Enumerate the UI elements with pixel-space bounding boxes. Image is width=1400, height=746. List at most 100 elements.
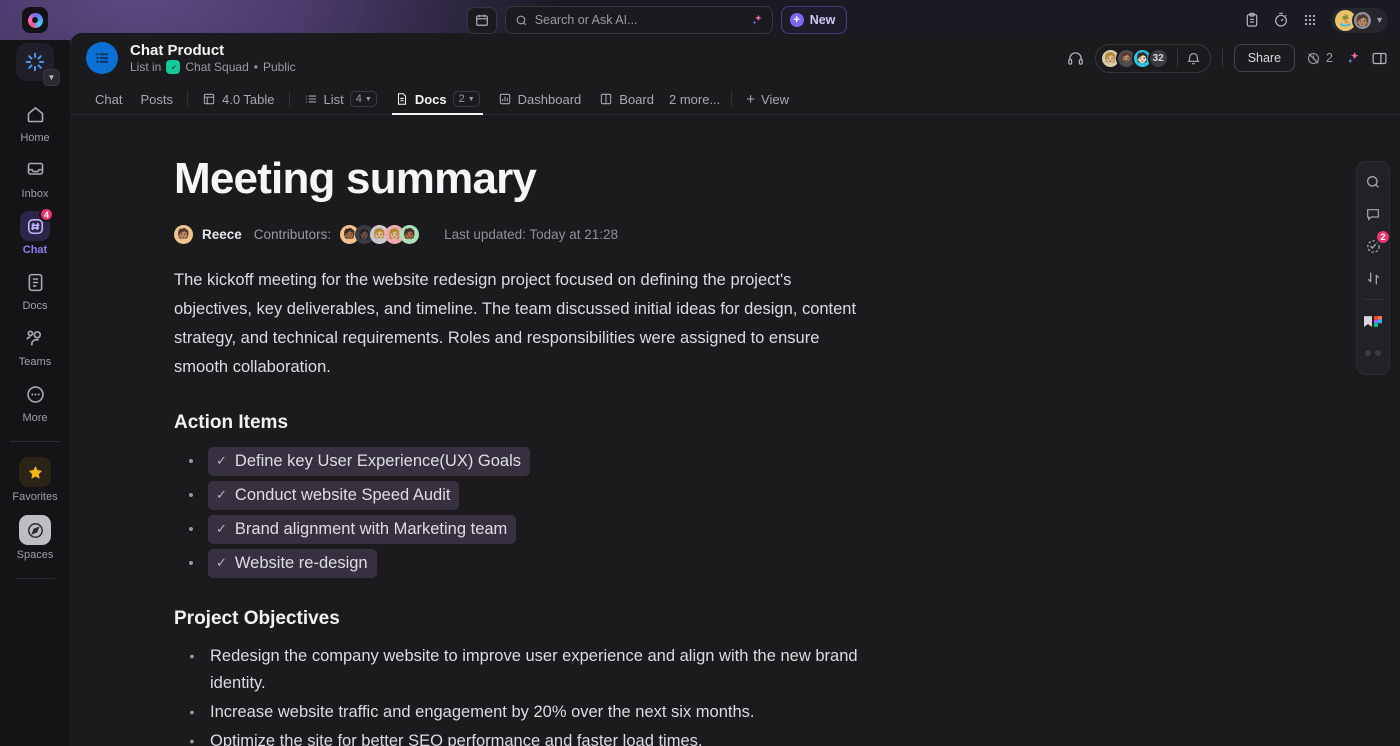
check-icon: ✓ — [216, 518, 227, 540]
tab-docs[interactable]: Docs 2 ▼ — [386, 84, 489, 115]
sidebar-item-chat[interactable]: 4 Chat — [0, 205, 70, 261]
list-item[interactable]: • Optimize the site for better SEO perfo… — [174, 728, 874, 746]
list-item[interactable]: • Redesign the company website to improv… — [174, 643, 874, 697]
collaborators[interactable]: 🧑🏼 🧔🏽 🧑🏻 32 — [1095, 44, 1211, 73]
action-item-chip[interactable]: ✓ Define key User Experience(UX) Goals — [208, 447, 530, 476]
bullet-icon: • — [174, 555, 208, 572]
dock-search-button[interactable] — [1360, 169, 1386, 195]
tasks-badge: 2 — [1375, 229, 1391, 245]
share-button[interactable]: Share — [1234, 44, 1295, 72]
chat-hash-icon: 4 — [20, 212, 50, 240]
document-byline: 🧑🏽 Reece Contributors: 🧑🏾 👩🏿 🧑🏼 👩🏼 🧑🏾 La… — [174, 225, 1400, 244]
tab-chat[interactable]: Chat — [86, 84, 131, 115]
dashboard-icon — [498, 92, 512, 106]
chevron-down-icon: ▼ — [365, 96, 372, 103]
document-title[interactable]: Meeting summary — [174, 153, 1400, 205]
sidebar-item-label: Teams — [19, 356, 51, 368]
dock-tasks-button[interactable]: 2 — [1360, 233, 1386, 259]
new-button[interactable]: + New — [781, 6, 848, 34]
new-button-label: New — [810, 13, 836, 27]
workspace-switcher[interactable]: ▼ — [16, 43, 54, 81]
sidebar-item-label: More — [22, 412, 47, 424]
avatar: 🧑🏽 — [174, 225, 193, 244]
chevron-down-icon[interactable]: ▼ — [1375, 15, 1384, 25]
action-items-heading: Action Items — [174, 412, 1400, 434]
divider — [187, 91, 188, 107]
add-view-button[interactable]: + View — [737, 84, 798, 115]
sidebar-item-label: Favorites — [12, 491, 57, 503]
page-title: Chat Product — [130, 42, 296, 59]
divider — [731, 91, 732, 107]
sidebar-item-favorites[interactable]: Favorites — [0, 450, 70, 508]
tab-posts[interactable]: Posts — [131, 84, 182, 115]
tab-count[interactable]: 2 ▼ — [453, 91, 480, 107]
document-paragraph[interactable]: The kickoff meeting for the website rede… — [174, 266, 864, 382]
top-bar-right: 🏝️ 🧑🏽 ▼ — [1244, 8, 1400, 33]
bullet-icon: • — [174, 728, 210, 746]
apps-grid-icon[interactable] — [1302, 12, 1318, 28]
list-item[interactable]: • ✓ Conduct website Speed Audit — [174, 481, 1400, 510]
contributor-avatars[interactable]: 🧑🏾 👩🏿 🧑🏼 👩🏼 🧑🏾 — [340, 225, 419, 244]
bullet-icon: • — [174, 643, 210, 697]
more-tabs-button[interactable]: 2 more... — [663, 92, 726, 107]
tab-dashboard[interactable]: Dashboard — [489, 84, 591, 115]
sidebar-item-teams[interactable]: Teams — [0, 317, 70, 373]
star-icon — [19, 457, 51, 487]
app-root: Search or Ask AI... + New — [0, 0, 1400, 746]
list-header-texts: Chat Product List in Chat Squad • Public — [130, 42, 296, 74]
breadcrumb-prefix: List in — [130, 60, 161, 74]
divider — [289, 91, 290, 107]
automations-indicator[interactable]: 2 — [1306, 51, 1333, 66]
tab-4-0-table[interactable]: 4.0 Table — [193, 84, 284, 115]
integrations-icon — [1364, 316, 1382, 327]
dock-relationships-button[interactable] — [1360, 265, 1386, 291]
action-item-label: Conduct website Speed Audit — [235, 484, 451, 506]
sidebar-item-docs[interactable]: Docs — [0, 261, 70, 317]
list-circle-icon — [86, 42, 118, 74]
sparkle-icon[interactable] — [1344, 50, 1360, 66]
list-item[interactable]: • Increase website traffic and engagemen… — [174, 699, 874, 726]
list-item[interactable]: • ✓ Define key User Experience(UX) Goals — [174, 447, 1400, 476]
sidebar-item-home[interactable]: Home — [0, 93, 70, 149]
list-header: Chat Product List in Chat Squad • Public — [70, 33, 1400, 83]
search-input[interactable]: Search or Ask AI... — [505, 6, 773, 34]
list-item[interactable]: • ✓ Brand alignment with Marketing team — [174, 515, 1400, 544]
automations-icon — [1306, 51, 1321, 66]
sidebar-item-spaces[interactable]: Spaces — [0, 508, 70, 566]
teams-icon — [20, 324, 50, 352]
collaborator-avatars: 🧑🏼 🧔🏽 🧑🏻 32 — [1100, 48, 1169, 69]
user-avatars[interactable]: 🏝️ 🧑🏽 ▼ — [1331, 8, 1388, 33]
sidebar-item-label: Chat — [23, 244, 47, 256]
chevron-down-icon[interactable]: ▼ — [43, 69, 60, 86]
action-item-chip[interactable]: ✓ Brand alignment with Marketing team — [208, 515, 516, 544]
tab-count-value: 2 — [459, 93, 465, 105]
inbox-icon — [20, 156, 50, 184]
sidebar-item-inbox[interactable]: Inbox — [0, 149, 70, 205]
list-item[interactable]: • ✓ Website re-design — [174, 549, 1400, 578]
tab-board[interactable]: Board — [590, 84, 663, 115]
dock-integrations-button[interactable] — [1360, 308, 1386, 334]
action-item-chip[interactable]: ✓ Website re-design — [208, 549, 377, 578]
dock-overflow-dots[interactable] — [1360, 340, 1386, 366]
board-icon — [599, 92, 613, 106]
tab-count[interactable]: 4 ▼ — [350, 91, 377, 107]
breadcrumb-space[interactable]: Chat Squad — [185, 60, 248, 74]
action-item-chip[interactable]: ✓ Conduct website Speed Audit — [208, 481, 459, 510]
bell-icon[interactable] — [1186, 51, 1201, 66]
stopwatch-icon[interactable] — [1273, 12, 1289, 28]
sidebar-toggle-icon[interactable] — [1371, 50, 1388, 67]
calendar-icon[interactable] — [467, 7, 497, 34]
dock-comments-button[interactable] — [1360, 201, 1386, 227]
sidebar-divider — [10, 441, 60, 442]
sidebar-item-label: Home — [20, 132, 49, 144]
headphones-icon[interactable] — [1067, 50, 1084, 67]
objectives-heading: Project Objectives — [174, 608, 1400, 630]
search-icon — [1365, 174, 1381, 190]
action-item-label: Define key User Experience(UX) Goals — [235, 450, 521, 472]
sparkle-icon[interactable] — [749, 13, 763, 27]
document-author[interactable]: Reece — [202, 227, 242, 242]
tab-list[interactable]: List 4 ▼ — [295, 84, 386, 115]
sidebar-item-more[interactable]: More — [0, 373, 70, 429]
clipboard-icon[interactable] — [1244, 12, 1260, 28]
app-logo[interactable] — [0, 7, 70, 33]
